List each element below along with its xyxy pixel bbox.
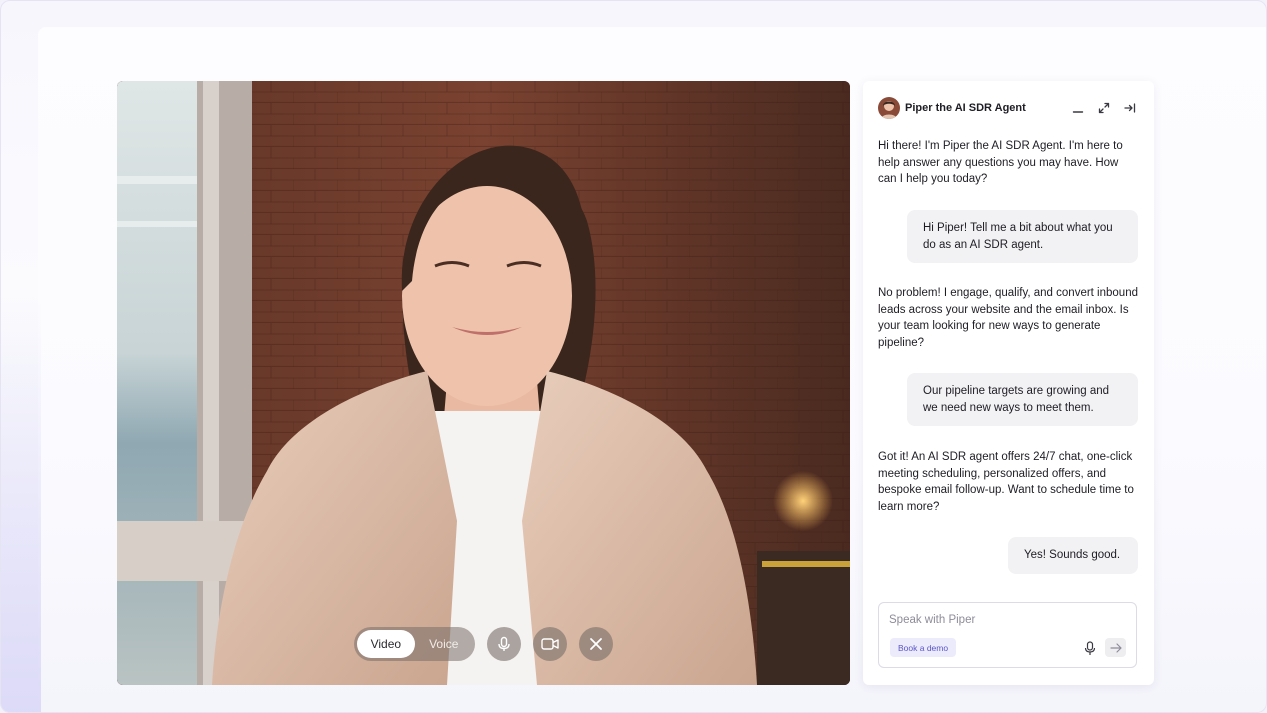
- video-feed: [117, 81, 850, 685]
- chat-header: Piper the AI SDR Agent: [878, 97, 1138, 119]
- app-frame: Video Voice Piper the AI SDR Agent Hi th…: [0, 0, 1267, 713]
- mode-toggle: Video Voice: [353, 627, 476, 661]
- chat-input-box: Book a demo: [878, 602, 1137, 668]
- chat-panel: Piper the AI SDR Agent Hi there! I'm Pip…: [863, 81, 1154, 685]
- end-call-button[interactable]: [579, 627, 614, 661]
- video-mode-option[interactable]: Video: [356, 630, 416, 658]
- collapse-panel-button[interactable]: [1122, 100, 1138, 116]
- header-actions: [1070, 100, 1138, 116]
- close-icon: [590, 638, 603, 650]
- agent-message: Got it! An AI SDR agent offers 24/7 chat…: [878, 451, 1134, 513]
- arrow-right-icon: [1109, 642, 1122, 653]
- user-message: Yes! Sounds good.: [1008, 537, 1138, 574]
- avatar: [878, 97, 900, 119]
- agent-name: Piper the AI SDR Agent: [905, 102, 1026, 114]
- expand-icon: [1098, 102, 1110, 114]
- voice-input-button[interactable]: [1082, 639, 1098, 657]
- user-message: Hi Piper! Tell me a bit about what you d…: [907, 210, 1138, 263]
- user-message: Our pipeline targets are growing and we …: [907, 373, 1138, 426]
- voice-mode-option[interactable]: Voice: [415, 630, 472, 658]
- minimize-icon: [1072, 111, 1084, 113]
- expand-button[interactable]: [1096, 100, 1112, 116]
- send-button[interactable]: [1105, 638, 1126, 657]
- collapse-panel-icon: [1124, 103, 1136, 113]
- call-controls: Video Voice: [117, 627, 850, 661]
- camera-button[interactable]: [533, 627, 568, 661]
- minimize-button[interactable]: [1070, 100, 1086, 116]
- decorative-glow: [1, 301, 41, 712]
- microphone-icon: [498, 636, 511, 651]
- microphone-icon: [1084, 640, 1096, 655]
- mute-button[interactable]: [487, 627, 522, 661]
- agent-message: Hi there! I'm Piper the AI SDR Agent. I'…: [878, 140, 1123, 185]
- agent-message: No problem! I engage, qualify, and conve…: [878, 287, 1138, 349]
- video-stage: Video Voice: [117, 81, 850, 685]
- message-input[interactable]: [889, 614, 1119, 626]
- book-demo-chip[interactable]: Book a demo: [890, 638, 957, 657]
- camera-icon: [541, 638, 560, 650]
